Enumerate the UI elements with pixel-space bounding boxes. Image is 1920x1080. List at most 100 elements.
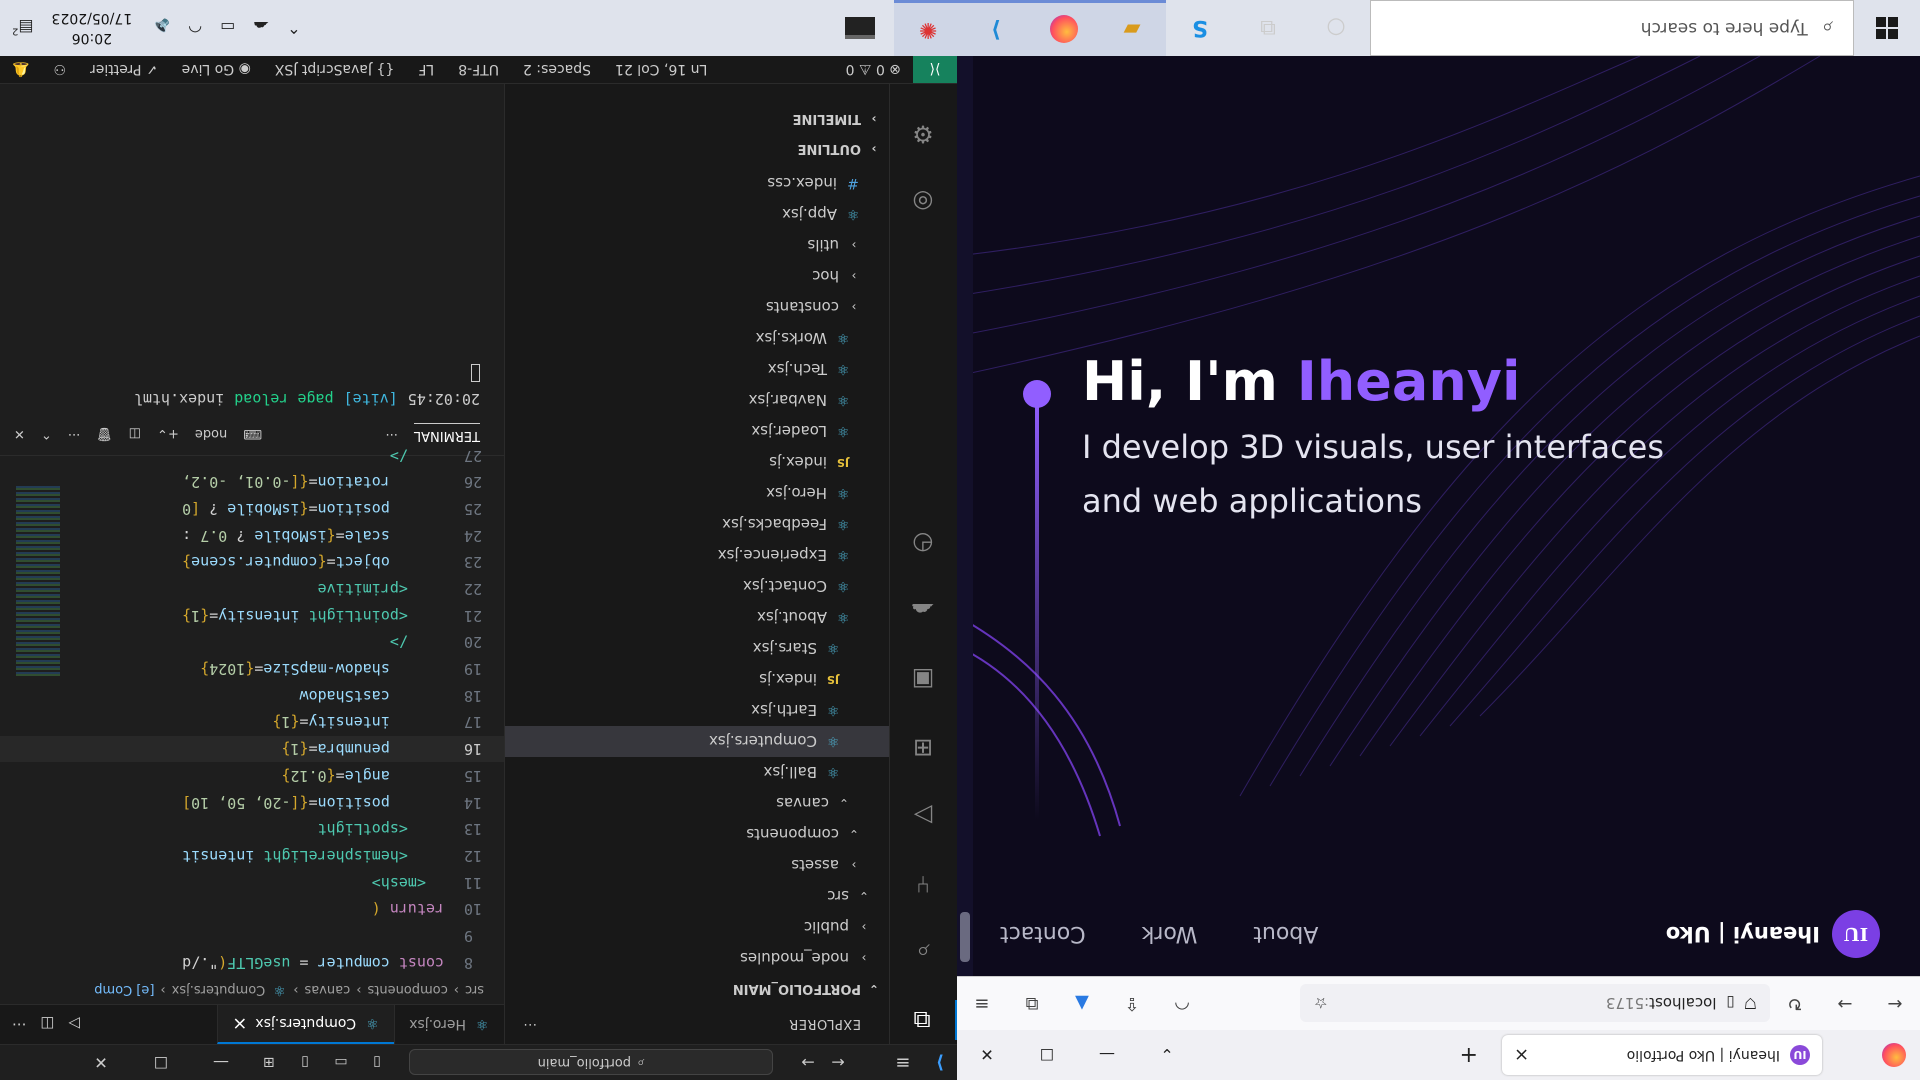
share-icon[interactable]: ⇪ [1107, 993, 1157, 1014]
new-terminal-icon[interactable]: +⌄ [157, 426, 179, 441]
terminal-icon[interactable] [826, 0, 894, 56]
browser-tab[interactable]: IU Iheanyi | Uko Portfolio × [1502, 1035, 1822, 1075]
bookmark-star-icon[interactable]: ☆ [1314, 995, 1327, 1013]
tree-item[interactable]: ⚛ Loader.jsx [505, 416, 889, 447]
toggle-sidebar-icon[interactable]: ▯ [359, 1055, 395, 1071]
go-live-button[interactable]: ◉ Go Live [170, 62, 263, 78]
crumb-components[interactable]: components [367, 983, 447, 998]
vpn-icon[interactable]: ▲ [1057, 993, 1107, 1014]
tab-hero[interactable]: ⚛ Hero.jsx [394, 1005, 504, 1044]
line-ending[interactable]: LF [406, 62, 446, 78]
timeline-icon[interactable]: ◴ [903, 524, 943, 564]
panel-more-actions-icon[interactable]: ··· [68, 426, 80, 441]
remote-explorer-icon[interactable]: ▣ [903, 660, 943, 700]
tree-item[interactable]: › assets [505, 850, 889, 881]
tab-close-icon[interactable]: × [232, 1013, 247, 1034]
search-icon[interactable]: ⌕ [903, 932, 943, 972]
hamburger-menu-icon[interactable]: ≡ [883, 1052, 923, 1073]
tab-close-icon[interactable]: × [1514, 1045, 1529, 1066]
tree-item[interactable]: ⌄ components [505, 819, 889, 850]
tree-item[interactable]: › public [505, 912, 889, 943]
reload-icon[interactable]: ↻ [1770, 993, 1820, 1014]
outline-section-header[interactable]: › OUTLINE [505, 134, 889, 164]
terminal-tab[interactable]: TERMINAL [413, 423, 480, 444]
explorer-icon[interactable]: ⧉ [889, 1000, 957, 1040]
docker-icon[interactable]: ☁ [903, 592, 943, 632]
kill-terminal-icon[interactable]: 🗑 [96, 426, 113, 441]
wifi-icon[interactable]: ◠ [188, 19, 202, 38]
terminal-output[interactable]: 20:02:45 [vite] page reload index.html [0, 360, 504, 412]
menu-icon[interactable]: ≡ [957, 993, 1007, 1014]
maximize-panel-icon[interactable]: ⌃ [41, 426, 52, 441]
tree-item[interactable]: ⚛ Works.jsx [505, 323, 889, 354]
tab-list-icon[interactable]: ⌄ [1137, 1046, 1197, 1065]
firefox-icon[interactable] [1030, 0, 1098, 56]
clock[interactable]: 20:06 17/05/2023 [52, 8, 133, 48]
source-control-icon[interactable]: ⑂ [903, 864, 943, 904]
notifications-bell-icon[interactable]: 🔔 [0, 62, 41, 78]
extensions-icon[interactable]: ⊞ [903, 728, 943, 768]
command-center-search[interactable]: ⌕ portfolio_main [409, 1049, 773, 1076]
panel-more-icon[interactable]: ··· [385, 426, 397, 441]
account-icon[interactable]: ◎ [903, 182, 943, 222]
tree-item[interactable]: ⚛ Navbar.jsx [505, 385, 889, 416]
crumb-canvas[interactable]: canvas [304, 983, 350, 998]
close-icon[interactable]: ✕ [957, 1046, 1017, 1065]
run-icon[interactable]: ▷ [69, 1016, 81, 1034]
maximize-icon[interactable]: ☐ [1017, 1046, 1077, 1065]
code-editor[interactable]: 8 const computer = useGLTF("./d 9 10 return … [0, 447, 504, 976]
tree-item[interactable]: ⚛ Feedbacks.jsx [505, 509, 889, 540]
close-panel-icon[interactable]: ✕ [14, 426, 25, 441]
minimap[interactable] [16, 486, 60, 676]
tree-item[interactable]: JS index.js [505, 447, 889, 478]
new-tab-button[interactable]: + [1460, 1043, 1478, 1068]
customize-layout-icon[interactable]: ⊞ [251, 1055, 287, 1071]
vscode-icon[interactable]: ⟩ [962, 0, 1030, 56]
timeline-section-header[interactable]: › TIMELINE [505, 104, 889, 134]
battery-icon[interactable]: ▭ [220, 19, 235, 38]
tree-item[interactable]: ⚛ Stars.jsx [505, 633, 889, 664]
tree-item[interactable]: ⚛ About.jsx [505, 602, 889, 633]
back-icon[interactable]: ← [1870, 993, 1920, 1014]
tree-item[interactable]: › constants [505, 292, 889, 323]
vs-minimize-icon[interactable]: — [191, 1053, 251, 1072]
task-view-icon[interactable]: ⧉ [1234, 0, 1302, 56]
vs-close-icon[interactable]: ✕ [71, 1053, 131, 1072]
tree-item[interactable]: ⚛ Tech.jsx [505, 354, 889, 385]
cursor-position[interactable]: Ln 16, Col 21 [603, 62, 719, 78]
tray-overflow-icon[interactable]: ⌃ [287, 19, 300, 38]
tree-item[interactable]: ⚛ App.jsx [505, 199, 889, 230]
taskbar-search[interactable]: ⌕ Type here to search [1370, 0, 1854, 56]
tree-item[interactable]: ⌄ canvas [505, 788, 889, 819]
tree-item[interactable]: ⚛ Hero.jsx [505, 478, 889, 509]
nav-back-icon[interactable]: ← [823, 1053, 853, 1072]
tree-item[interactable]: ⚛ Earth.jsx [505, 695, 889, 726]
nav-forward-icon[interactable]: → [793, 1053, 823, 1072]
firefox-logo-icon[interactable] [1882, 1043, 1906, 1067]
language-mode[interactable]: {} JavaScript JSX [263, 62, 407, 78]
toggle-panel-icon[interactable]: ▭ [323, 1055, 359, 1071]
settings-gear-icon[interactable]: ⚙ [903, 114, 943, 154]
project-section-header[interactable]: ⌄ PORTFOLIO_MAIN [505, 974, 889, 1004]
weather-icon[interactable]: ☁ [253, 19, 269, 38]
app-icon[interactable]: ✺ [894, 0, 962, 56]
tree-item[interactable]: › node_modules [505, 943, 889, 974]
grammarly-icon[interactable]: S [1166, 0, 1234, 56]
tab-computers[interactable]: ⚛ Computers.jsx × [217, 1005, 395, 1044]
url-bar[interactable]: ⛉ ▯ localhost:5173 ☆ [1300, 984, 1770, 1023]
extensions-icon[interactable]: ⧉ [1007, 993, 1057, 1014]
crumb-file[interactable]: Computers.jsx [172, 983, 266, 998]
volume-icon[interactable]: 🔈 [150, 19, 170, 38]
notification-center-icon[interactable]: ▤2 [12, 19, 34, 38]
tree-item[interactable]: ⚛ Ball.jsx [505, 757, 889, 788]
remote-indicator-icon[interactable]: ⟩⟨ [913, 55, 957, 84]
tree-item[interactable]: ⚛ Computers.jsx [505, 726, 889, 757]
tree-item[interactable]: ⚛ Contact.jsx [505, 571, 889, 602]
minimize-icon[interactable]: — [1077, 1046, 1137, 1065]
prettier-status[interactable]: ✓ Prettier [78, 62, 170, 78]
crumb-symbol[interactable]: [e] Comp [94, 983, 154, 998]
vs-maximize-icon[interactable]: ☐ [131, 1053, 191, 1072]
shield-icon[interactable]: ⛉ [1745, 995, 1756, 1013]
tree-item[interactable]: JS index.js [505, 664, 889, 695]
problems-indicator[interactable]: ⊗ 0 ⚠ 0 [834, 62, 913, 78]
